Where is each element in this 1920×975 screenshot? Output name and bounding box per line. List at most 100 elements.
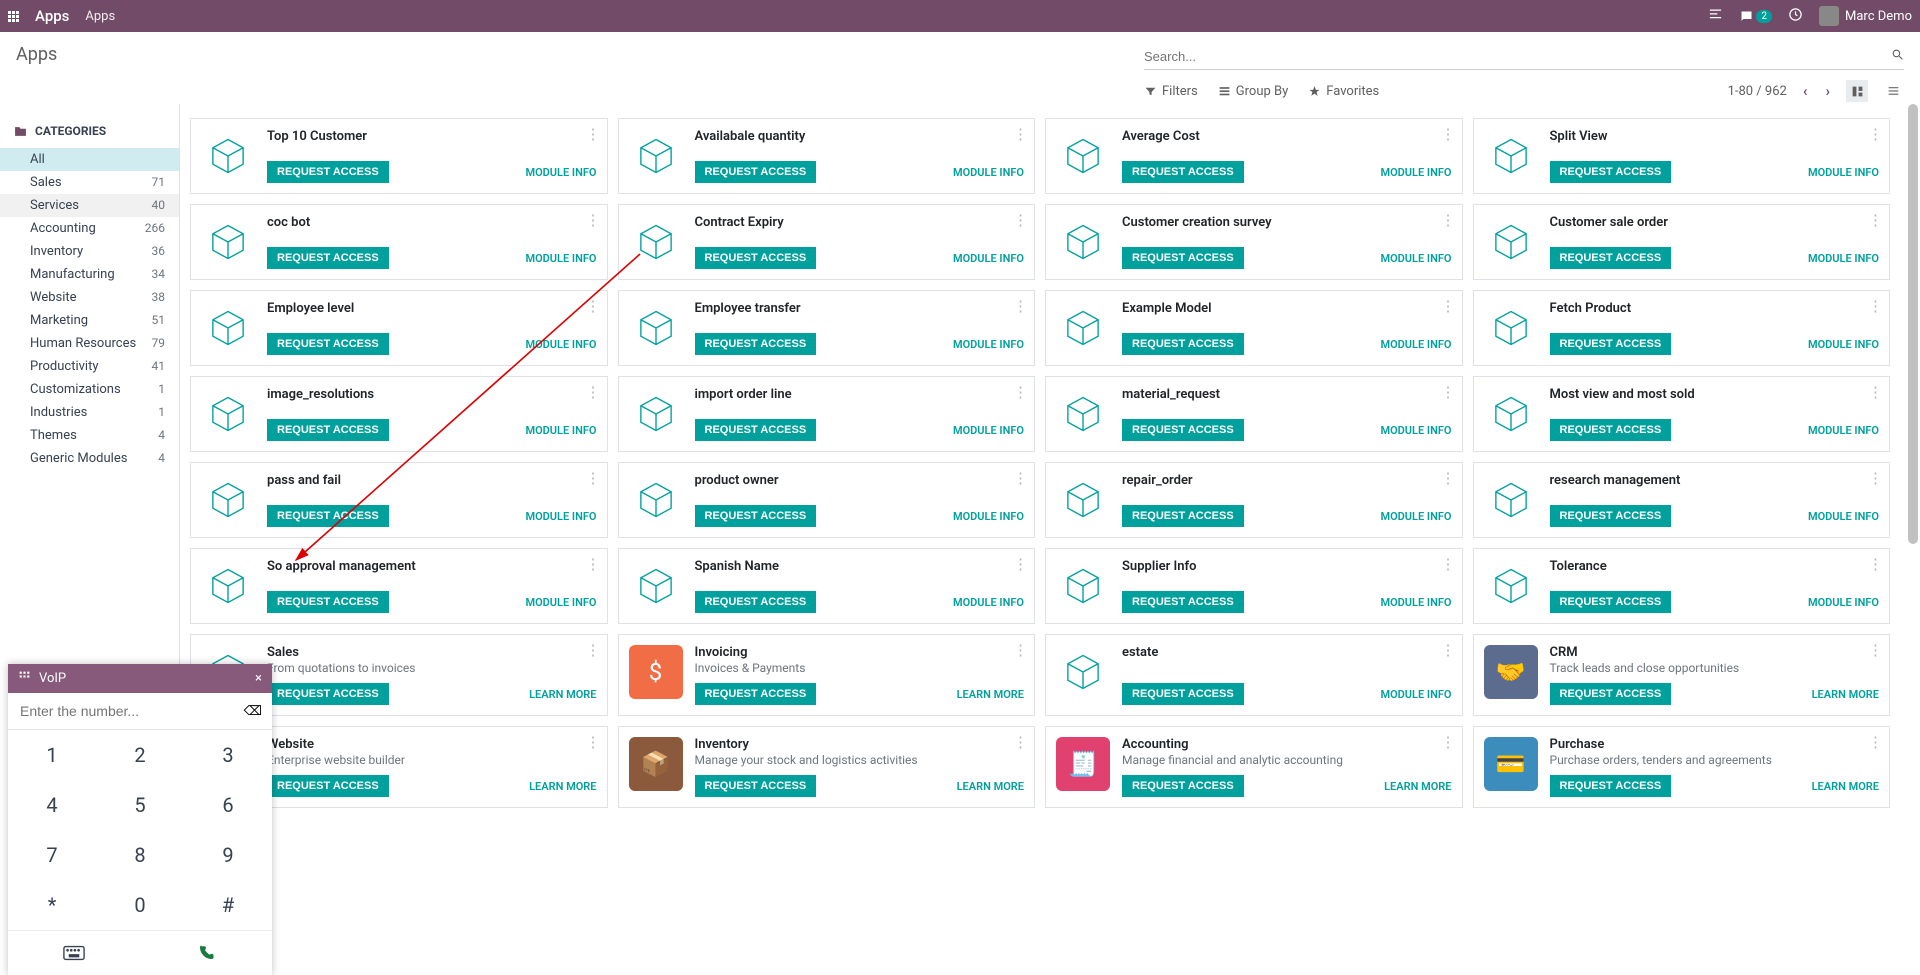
module-info-link[interactable]: MODULE INFO	[525, 424, 596, 437]
category-item[interactable]: Customizations1	[0, 378, 179, 401]
request-access-button[interactable]: REQUEST ACCESS	[267, 333, 389, 355]
module-info-link[interactable]: MODULE INFO	[1380, 338, 1451, 351]
request-access-button[interactable]: REQUEST ACCESS	[1122, 683, 1244, 705]
card-menu-icon[interactable]: ⋮	[586, 555, 601, 573]
card-menu-icon[interactable]: ⋮	[1441, 469, 1456, 487]
app-card[interactable]: $InvoicingInvoices & PaymentsREQUEST ACC…	[618, 634, 1036, 716]
card-menu-icon[interactable]: ⋮	[586, 125, 601, 143]
request-access-button[interactable]: REQUEST ACCESS	[695, 775, 817, 797]
card-menu-icon[interactable]: ⋮	[1868, 469, 1883, 487]
app-card[interactable]: Example ModelREQUEST ACCESSMODULE INFO⋮	[1045, 290, 1463, 366]
card-menu-icon[interactable]: ⋮	[1441, 383, 1456, 401]
module-info-link[interactable]: MODULE INFO	[953, 510, 1024, 523]
module-info-link[interactable]: MODULE INFO	[953, 252, 1024, 265]
app-card[interactable]: product ownerREQUEST ACCESSMODULE INFO⋮	[618, 462, 1036, 538]
card-menu-icon[interactable]: ⋮	[1868, 555, 1883, 573]
app-card[interactable]: Employee levelREQUEST ACCESSMODULE INFO⋮	[190, 290, 608, 366]
card-menu-icon[interactable]: ⋮	[586, 297, 601, 315]
search-icon[interactable]	[1891, 48, 1904, 65]
apps-grid-icon[interactable]	[8, 11, 19, 22]
pager[interactable]: 1-80 / 962	[1728, 84, 1787, 99]
request-access-button[interactable]: REQUEST ACCESS	[1122, 161, 1244, 183]
card-menu-icon[interactable]: ⋮	[586, 383, 601, 401]
request-access-button[interactable]: REQUEST ACCESS	[267, 247, 389, 269]
request-access-button[interactable]: REQUEST ACCESS	[267, 505, 389, 527]
favorites-button[interactable]: Favorites	[1308, 84, 1379, 99]
voip-backspace-icon[interactable]: ⌫	[234, 704, 272, 719]
request-access-button[interactable]: REQUEST ACCESS	[1122, 591, 1244, 613]
category-item[interactable]: Marketing51	[0, 309, 179, 332]
module-info-link[interactable]: MODULE INFO	[525, 510, 596, 523]
module-info-link[interactable]: MODULE INFO	[1380, 596, 1451, 609]
card-menu-icon[interactable]: ⋮	[1013, 641, 1028, 659]
module-info-link[interactable]: MODULE INFO	[1380, 688, 1451, 701]
learn-more-link[interactable]: LEARN MORE	[1812, 780, 1879, 793]
voip-key[interactable]: 1	[8, 730, 96, 780]
module-info-link[interactable]: MODULE INFO	[1380, 510, 1451, 523]
app-card[interactable]: coc botREQUEST ACCESSMODULE INFO⋮	[190, 204, 608, 280]
request-access-button[interactable]: REQUEST ACCESS	[1550, 333, 1672, 355]
voip-key[interactable]: 8	[96, 830, 184, 880]
request-access-button[interactable]: REQUEST ACCESS	[1550, 161, 1672, 183]
app-card[interactable]: 🤝CRMTrack leads and close opportunitiesR…	[1473, 634, 1891, 716]
card-menu-icon[interactable]: ⋮	[1868, 297, 1883, 315]
app-card[interactable]: So approval managementREQUEST ACCESSMODU…	[190, 548, 608, 624]
breadcrumb[interactable]: Apps	[85, 9, 115, 24]
app-card[interactable]: Average CostREQUEST ACCESSMODULE INFO⋮	[1045, 118, 1463, 194]
category-item[interactable]: Accounting266	[0, 217, 179, 240]
category-item[interactable]: Generic Modules4	[0, 447, 179, 470]
pager-prev-icon[interactable]: ‹	[1801, 80, 1810, 102]
list-view-button[interactable]	[1882, 80, 1904, 102]
app-card[interactable]: research managementREQUEST ACCESSMODULE …	[1473, 462, 1891, 538]
app-card[interactable]: 💳PurchasePurchase orders, tenders and ag…	[1473, 726, 1891, 808]
card-menu-icon[interactable]: ⋮	[1441, 125, 1456, 143]
request-access-button[interactable]: REQUEST ACCESS	[267, 683, 389, 705]
request-access-button[interactable]: REQUEST ACCESS	[1550, 505, 1672, 527]
request-access-button[interactable]: REQUEST ACCESS	[1550, 591, 1672, 613]
app-brand[interactable]: Apps	[35, 7, 69, 25]
category-item[interactable]: Manufacturing34	[0, 263, 179, 286]
kanban-view-button[interactable]	[1846, 80, 1868, 102]
card-menu-icon[interactable]: ⋮	[1868, 211, 1883, 229]
app-card[interactable]: Spanish NameREQUEST ACCESSMODULE INFO⋮	[618, 548, 1036, 624]
module-info-link[interactable]: MODULE INFO	[1808, 424, 1879, 437]
app-card[interactable]: Fetch ProductREQUEST ACCESSMODULE INFO⋮	[1473, 290, 1891, 366]
app-card[interactable]: Most view and most soldREQUEST ACCESSMOD…	[1473, 376, 1891, 452]
voip-keyboard-icon[interactable]	[8, 931, 140, 975]
card-menu-icon[interactable]: ⋮	[1013, 469, 1028, 487]
card-menu-icon[interactable]: ⋮	[1013, 211, 1028, 229]
request-access-button[interactable]: REQUEST ACCESS	[1550, 683, 1672, 705]
card-menu-icon[interactable]: ⋮	[1013, 125, 1028, 143]
module-info-link[interactable]: MODULE INFO	[1808, 252, 1879, 265]
module-info-link[interactable]: MODULE INFO	[525, 596, 596, 609]
app-card[interactable]: Availabale quantityREQUEST ACCESSMODULE …	[618, 118, 1036, 194]
category-item[interactable]: Productivity41	[0, 355, 179, 378]
module-info-link[interactable]: MODULE INFO	[1380, 252, 1451, 265]
category-item[interactable]: Services40	[0, 194, 179, 217]
card-menu-icon[interactable]: ⋮	[1868, 383, 1883, 401]
scrollbar[interactable]	[1908, 104, 1918, 544]
voip-key[interactable]: 2	[96, 730, 184, 780]
voip-key[interactable]: 6	[184, 780, 272, 830]
card-menu-icon[interactable]: ⋮	[1441, 297, 1456, 315]
app-card[interactable]: Top 10 CustomerREQUEST ACCESSMODULE INFO…	[190, 118, 608, 194]
module-info-link[interactable]: MODULE INFO	[1808, 510, 1879, 523]
request-access-button[interactable]: REQUEST ACCESS	[267, 419, 389, 441]
voip-key[interactable]: 7	[8, 830, 96, 880]
voip-key[interactable]: #	[184, 880, 272, 930]
app-card[interactable]: 🧾AccountingManage financial and analytic…	[1045, 726, 1463, 808]
category-item[interactable]: Themes4	[0, 424, 179, 447]
learn-more-link[interactable]: LEARN MORE	[529, 780, 596, 793]
app-card[interactable]: repair_orderREQUEST ACCESSMODULE INFO⋮	[1045, 462, 1463, 538]
app-card[interactable]: Supplier InfoREQUEST ACCESSMODULE INFO⋮	[1045, 548, 1463, 624]
request-access-button[interactable]: REQUEST ACCESS	[267, 591, 389, 613]
app-card[interactable]: image_resolutionsREQUEST ACCESSMODULE IN…	[190, 376, 608, 452]
card-menu-icon[interactable]: ⋮	[1868, 125, 1883, 143]
voip-number-input[interactable]	[8, 693, 234, 729]
module-info-link[interactable]: MODULE INFO	[1808, 166, 1879, 179]
request-access-button[interactable]: REQUEST ACCESS	[1550, 247, 1672, 269]
voip-key[interactable]: 0	[96, 880, 184, 930]
card-menu-icon[interactable]: ⋮	[1868, 641, 1883, 659]
module-info-link[interactable]: MODULE INFO	[525, 252, 596, 265]
category-item[interactable]: Inventory36	[0, 240, 179, 263]
